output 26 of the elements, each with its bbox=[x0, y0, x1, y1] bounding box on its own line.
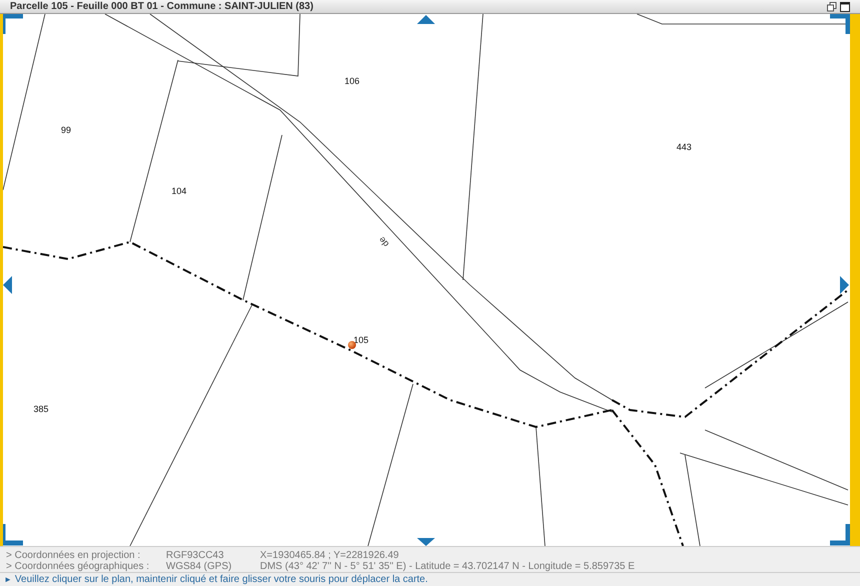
road-label: de bbox=[376, 234, 391, 249]
coordinate-system: RGF93CC43 bbox=[166, 550, 225, 561]
parcel-number: 99 bbox=[61, 125, 71, 135]
window-title: Parcelle 105 - Feuille 000 BT 01 - Commune : SAINT-JULIEN (83) bbox=[10, 2, 314, 12]
pan-left-icon[interactable] bbox=[3, 276, 12, 294]
parcel-number: 104 bbox=[171, 186, 187, 196]
hint-text: Veuillez cliquer sur le plan, maintenir cliqué et faire glisser votre souris pour déplacer la carte. bbox=[14, 573, 428, 586]
arrow-icon: ► bbox=[4, 574, 12, 586]
maximize-icon[interactable] bbox=[840, 2, 850, 12]
pan-right-icon[interactable] bbox=[840, 276, 849, 294]
coordinate-value: DMS (43° 42' 7'' N - 5° 51' 35'' E) - Latitude = 43.702147 N - Longitude = 5.859735 E bbox=[260, 561, 635, 572]
corner-bracket-icon bbox=[830, 14, 850, 34]
coordinate-label: > Coordonnées géographiques : bbox=[6, 561, 150, 572]
corner-bracket-icon bbox=[3, 14, 23, 34]
map-view[interactable]: 106 99 443 104 105 385 de bbox=[3, 14, 850, 546]
parcel-number: 385 bbox=[33, 404, 49, 414]
parcel-number: 443 bbox=[676, 142, 692, 152]
corner-bracket-icon bbox=[830, 524, 850, 546]
location-marker bbox=[348, 341, 356, 349]
parcel-number: 105 bbox=[353, 335, 369, 345]
corner-bracket-icon bbox=[3, 524, 23, 546]
coordinate-value: X=1930465.84 ; Y=2281926.49 bbox=[260, 550, 399, 561]
restore-icon[interactable] bbox=[827, 2, 837, 12]
parcel-number: 106 bbox=[344, 76, 360, 86]
coordinate-system: WGS84 (GPS) bbox=[166, 561, 233, 572]
coordinate-label: > Coordonnées en projection : bbox=[6, 550, 142, 561]
